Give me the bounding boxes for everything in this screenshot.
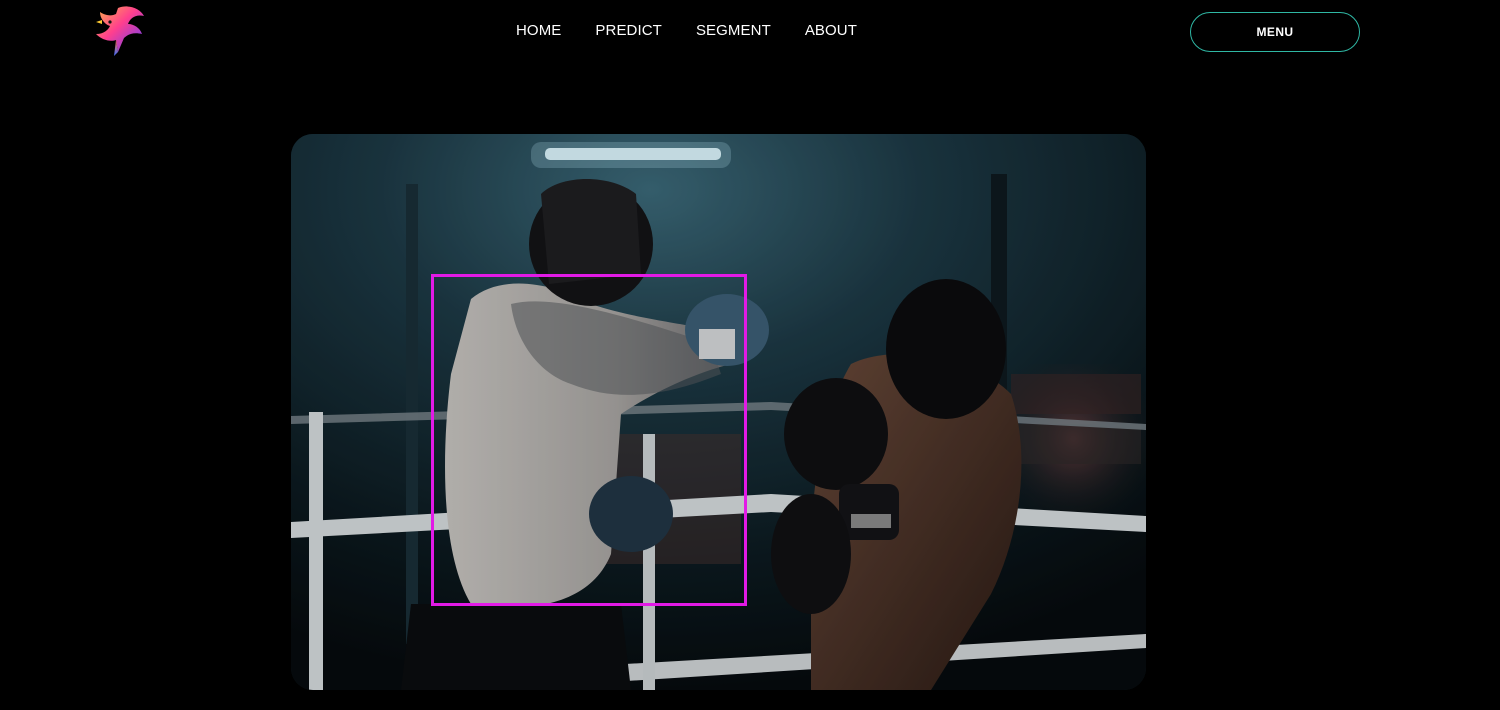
nav-link-home[interactable]: HOME [516, 22, 561, 40]
prediction-result-image [291, 134, 1146, 690]
nav-link-about[interactable]: ABOUT [805, 22, 857, 40]
menu-button[interactable]: MENU [1190, 12, 1360, 52]
main-navigation: HOME PREDICT SEGMENT ABOUT [516, 22, 857, 40]
nav-link-segment[interactable]: SEGMENT [696, 22, 771, 40]
nav-link-predict[interactable]: PREDICT [595, 22, 662, 40]
person-detection-box [431, 274, 747, 606]
phoenix-logo-icon[interactable] [88, 2, 148, 62]
top-navbar: HOME PREDICT SEGMENT ABOUT MENU [0, 0, 1500, 64]
